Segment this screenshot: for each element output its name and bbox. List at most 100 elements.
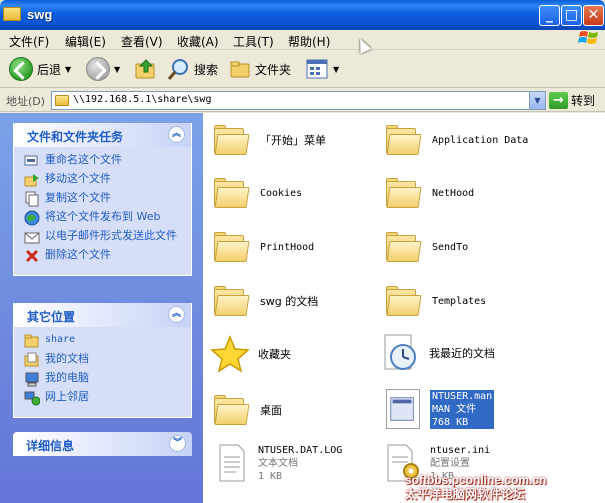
file-tasks-panel: 文件和文件夹任务 ︽ 重命名这个文件 移动这个文件 复制这个文件 将这个文件发布… xyxy=(13,123,192,276)
file-item[interactable]: Templates xyxy=(386,286,486,316)
search-button[interactable]: 搜索 xyxy=(167,55,218,83)
folders-button[interactable]: 文件夹 xyxy=(228,55,291,83)
my-computer-icon xyxy=(25,372,39,387)
collapse-chevron-icon[interactable]: ︽ xyxy=(168,306,185,323)
folder-icon xyxy=(214,178,250,208)
folder-icon xyxy=(24,334,39,348)
my-documents-icon xyxy=(24,352,39,367)
file-list: 「开始」菜单 Application Data Cookies NetHood … xyxy=(203,113,605,503)
file-item[interactable]: Cookies xyxy=(214,178,302,208)
menu-tools[interactable]: 工具(T) xyxy=(233,33,274,50)
search-label: 搜索 xyxy=(194,62,219,77)
folder-icon xyxy=(386,232,422,262)
views-icon xyxy=(306,59,328,79)
place-share[interactable]: share xyxy=(24,333,183,349)
go-button[interactable]: → 转到 xyxy=(549,91,595,110)
place-network[interactable]: 网上邻居 xyxy=(24,390,183,406)
window-title: swg xyxy=(27,7,53,22)
address-label: 地址(D) xyxy=(6,95,46,108)
file-item[interactable]: 桌面 xyxy=(214,395,282,425)
folders-icon xyxy=(230,61,250,78)
rename-icon xyxy=(24,155,38,166)
back-arrow-icon xyxy=(9,57,33,81)
minimize-button[interactable]: _ xyxy=(539,5,560,26)
menu-favorites[interactable]: 收藏(A) xyxy=(177,33,219,50)
star-icon xyxy=(210,335,250,373)
toolbar: 后退 ▼ ▼ 搜索 文件夹 ▼ xyxy=(0,51,605,88)
task-pane: 文件和文件夹任务 ︽ 重命名这个文件 移动这个文件 复制这个文件 将这个文件发布… xyxy=(0,113,203,503)
up-folder-icon xyxy=(135,59,155,79)
maximize-button[interactable]: □ xyxy=(561,5,582,26)
text-document-icon xyxy=(219,444,245,482)
menu-edit[interactable]: 编辑(E) xyxy=(65,33,106,50)
go-arrow-icon: → xyxy=(549,92,568,109)
file-item[interactable]: NetHood xyxy=(386,178,474,208)
collapse-chevron-icon[interactable]: ︽ xyxy=(168,126,185,143)
forward-arrow-icon xyxy=(86,57,110,81)
folder-icon xyxy=(386,125,422,155)
menu-bar: 文件(F) 编辑(E) 查看(V) 收藏(A) 工具(T) 帮助(H) xyxy=(0,30,605,50)
file-icon xyxy=(386,389,420,429)
place-my-computer[interactable]: 我的电脑 xyxy=(24,371,183,387)
copy-icon xyxy=(25,191,39,207)
file-item[interactable]: 收藏夹 xyxy=(210,335,291,373)
address-dropdown-button[interactable]: ▼ xyxy=(529,92,545,109)
folder-icon xyxy=(386,178,422,208)
place-my-documents[interactable]: 我的文档 xyxy=(24,352,183,368)
task-rename[interactable]: 重命名这个文件 xyxy=(24,153,183,169)
up-button[interactable] xyxy=(134,55,158,83)
folder-icon xyxy=(214,125,250,155)
web-publish-icon xyxy=(24,210,40,226)
file-item[interactable]: 「开始」菜单 xyxy=(214,125,326,155)
back-label: 后退 xyxy=(37,62,62,77)
file-item-selected[interactable]: NTUSER.man MAN 文件 768 KB xyxy=(386,389,495,429)
panel-title: 文件和文件夹任务 xyxy=(27,130,124,144)
chevron-down-icon: ▼ xyxy=(333,64,340,74)
recent-documents-icon xyxy=(384,334,416,370)
panel-header[interactable]: 其它位置 ︽ xyxy=(14,303,191,327)
file-item[interactable]: swg 的文档 xyxy=(214,286,318,316)
chevron-down-icon: ▼ xyxy=(114,64,121,74)
windows-logo-icon xyxy=(578,31,598,44)
delete-icon xyxy=(25,249,39,263)
details-panel-header[interactable]: 详细信息 ︾ xyxy=(13,432,192,456)
task-move[interactable]: 移动这个文件 xyxy=(24,172,183,188)
email-icon xyxy=(24,232,40,244)
task-copy[interactable]: 复制这个文件 xyxy=(24,191,183,207)
address-input[interactable]: \\192.168.5.1\share\swg ▼ xyxy=(51,91,546,110)
folder-icon xyxy=(214,395,250,425)
menu-help[interactable]: 帮助(H) xyxy=(288,33,330,50)
expand-chevron-icon[interactable]: ︾ xyxy=(169,435,186,452)
folder-icon xyxy=(214,232,250,262)
folder-icon xyxy=(55,95,69,106)
chevron-down-icon: ▼ xyxy=(65,64,72,74)
folder-icon xyxy=(386,286,422,316)
forward-button[interactable]: ▼ xyxy=(86,55,120,83)
network-icon xyxy=(24,391,40,406)
folders-label: 文件夹 xyxy=(255,62,292,77)
address-bar: 地址(D) \\192.168.5.1\share\swg ▼ → 转到 xyxy=(0,89,605,112)
panel-title: 详细信息 xyxy=(26,439,75,453)
panel-title: 其它位置 xyxy=(27,310,76,324)
back-button[interactable]: 后退 ▼ xyxy=(9,55,71,83)
file-item[interactable]: NTUSER.DAT.LOG 文本文档 1 KB xyxy=(218,443,342,483)
views-button[interactable]: ▼ xyxy=(305,55,339,83)
panel-header[interactable]: 文件和文件夹任务 ︽ xyxy=(14,123,191,147)
file-item[interactable]: Application Data xyxy=(386,125,528,155)
task-delete[interactable]: 删除这个文件 xyxy=(24,248,183,264)
go-label: 转到 xyxy=(571,94,596,108)
folder-icon xyxy=(3,7,21,21)
file-item[interactable]: PrintHood xyxy=(214,232,314,262)
file-item[interactable]: SendTo xyxy=(386,232,468,262)
menu-view[interactable]: 查看(V) xyxy=(121,33,163,50)
other-places-panel: 其它位置 ︽ share 我的文档 我的电脑 网上邻居 xyxy=(13,303,192,418)
search-icon xyxy=(167,59,188,80)
task-email[interactable]: 以电子邮件形式发送此文件 xyxy=(24,229,183,245)
folder-icon xyxy=(214,286,250,316)
title-bar: swg _ □ ✕ xyxy=(0,0,605,30)
menu-file[interactable]: 文件(F) xyxy=(9,33,49,50)
close-button[interactable]: ✕ xyxy=(583,5,604,26)
move-icon xyxy=(24,174,39,187)
file-item[interactable]: 我最近的文档 xyxy=(381,333,495,373)
task-publish-web[interactable]: 将这个文件发布到 Web xyxy=(24,210,183,226)
